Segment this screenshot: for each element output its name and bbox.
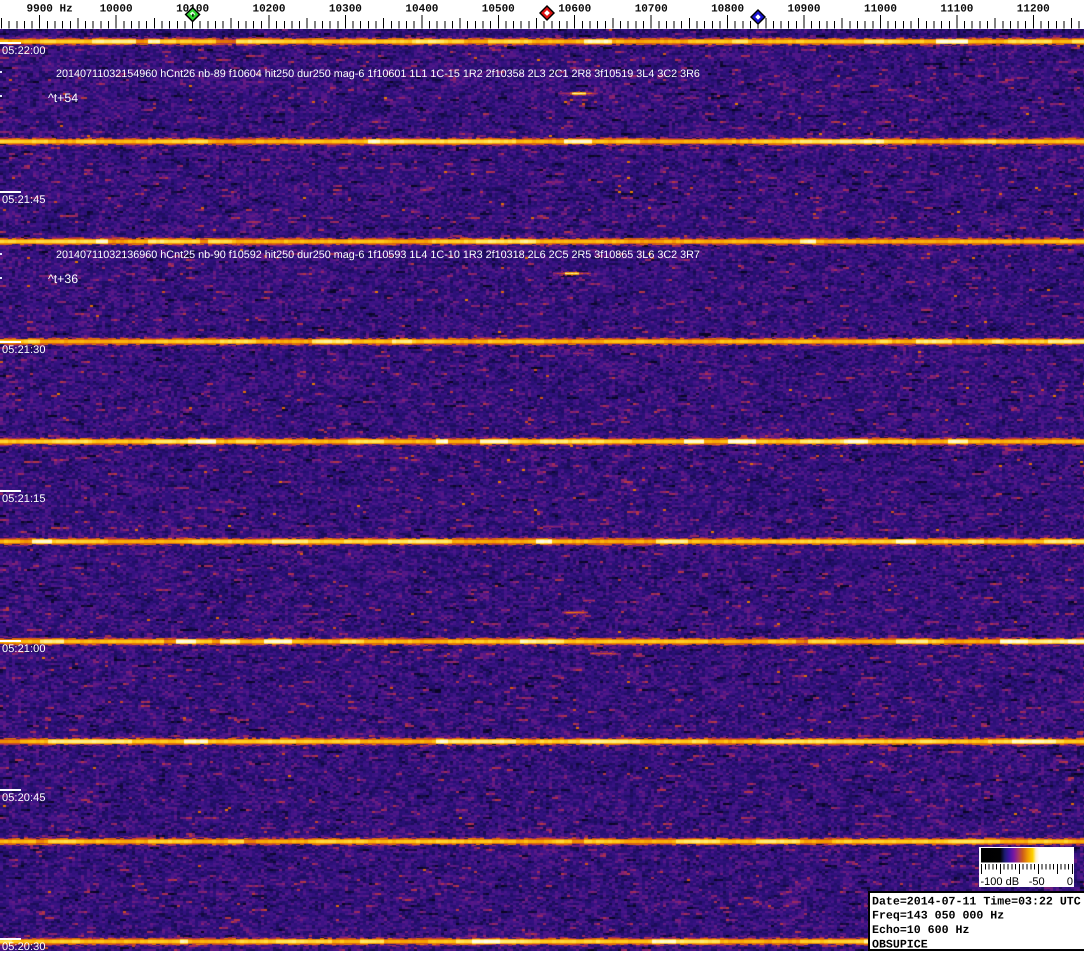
svg-text:OBSUPICE: OBSUPICE xyxy=(872,939,928,950)
svg-text:10600: 10600 xyxy=(558,4,591,16)
svg-text:10300: 10300 xyxy=(329,4,362,16)
svg-text:11200: 11200 xyxy=(1017,4,1050,16)
svg-text:10000: 10000 xyxy=(100,4,133,16)
svg-text:10200: 10200 xyxy=(252,4,285,16)
svg-text:11000: 11000 xyxy=(864,4,897,16)
svg-text:10800: 10800 xyxy=(711,4,744,16)
svg-text:10700: 10700 xyxy=(635,4,668,16)
svg-text:-50: -50 xyxy=(1029,876,1045,887)
svg-text:10500: 10500 xyxy=(482,4,515,16)
svg-text:9900 Hz: 9900 Hz xyxy=(27,4,73,16)
svg-text:Date=2014-07-11 Time=03:22 UTC: Date=2014-07-11 Time=03:22 UTC xyxy=(872,895,1081,908)
svg-text:11100: 11100 xyxy=(940,4,973,16)
svg-text:Echo=10 600 Hz: Echo=10 600 Hz xyxy=(872,924,969,937)
svg-text:10900: 10900 xyxy=(787,4,820,16)
svg-text:10400: 10400 xyxy=(405,4,438,16)
svg-text:0: 0 xyxy=(1067,876,1073,887)
svg-text:-100 dB: -100 dB xyxy=(981,876,1020,887)
svg-text:Freq=143 050 000 Hz: Freq=143 050 000 Hz xyxy=(872,910,1004,923)
